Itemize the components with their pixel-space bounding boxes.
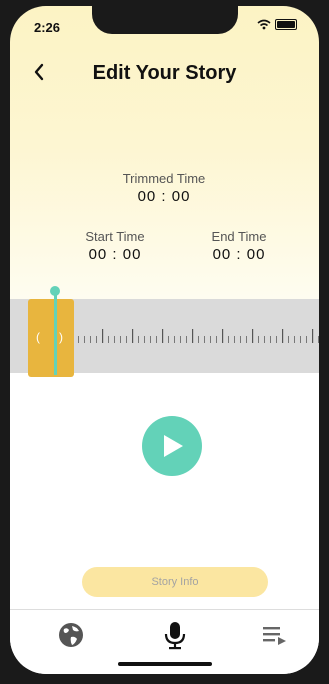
start-time-label: Start Time bbox=[85, 229, 145, 244]
end-time-value: 00 : 00 bbox=[212, 246, 266, 263]
microphone-icon[interactable] bbox=[160, 620, 190, 650]
globe-icon[interactable] bbox=[56, 620, 86, 650]
device-frame: 2:26 Edit Your Story Trimmed Time 00 : 0… bbox=[0, 0, 329, 684]
trim-handle-left-glyph: ( bbox=[36, 330, 40, 344]
status-time: 2:26 bbox=[34, 20, 61, 35]
home-indicator bbox=[118, 662, 212, 666]
end-time-label: End Time bbox=[211, 229, 267, 244]
trim-handle-right-glyph: ) bbox=[59, 330, 63, 344]
status-icons bbox=[257, 19, 297, 30]
trim-handle[interactable]: ( ) bbox=[28, 299, 74, 377]
start-time-value: 00 : 00 bbox=[88, 246, 142, 263]
page-title: Edit Your Story bbox=[92, 62, 237, 84]
play-button[interactable] bbox=[142, 416, 202, 476]
app-screen: 2:26 Edit Your Story Trimmed Time 00 : 0… bbox=[10, 6, 319, 674]
playhead-knob[interactable] bbox=[50, 286, 60, 296]
battery-icon bbox=[275, 19, 297, 30]
wifi-icon bbox=[257, 19, 271, 30]
trimmed-time-value: 00 : 00 bbox=[137, 188, 191, 205]
device-notch bbox=[92, 6, 238, 34]
play-icon bbox=[164, 435, 183, 457]
playlist-icon[interactable] bbox=[260, 620, 290, 650]
story-info-button[interactable]: Story Info bbox=[82, 567, 268, 597]
trimmed-time-label: Trimmed Time bbox=[122, 171, 206, 186]
timeline-ticks bbox=[72, 329, 319, 343]
playhead-line[interactable] bbox=[54, 291, 57, 375]
